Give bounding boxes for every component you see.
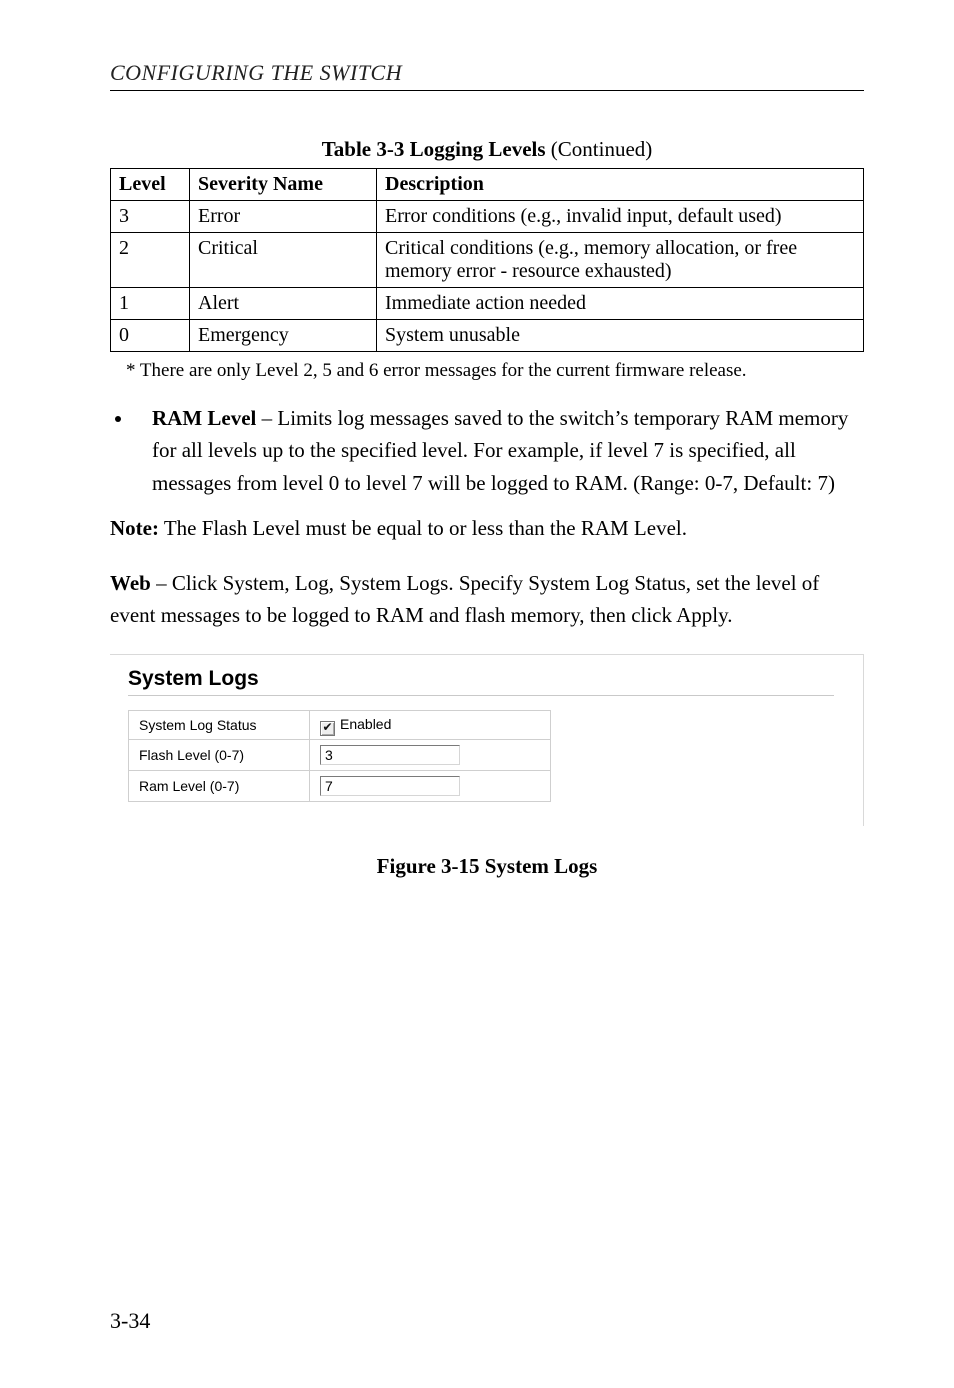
form-row-ram: Ram Level (0-7) 7 — [129, 770, 551, 801]
system-logs-form: System Log Status ✔ Enabled Flash Level (… — [128, 710, 551, 802]
cell-level: 1 — [111, 288, 190, 320]
col-name: Severity Name — [190, 169, 377, 201]
cell-level: 2 — [111, 233, 190, 288]
bullet-term: RAM Level — [152, 406, 256, 430]
cell-name: Emergency — [190, 320, 377, 352]
bullet-body: – Limits log messages saved to the switc… — [152, 406, 848, 495]
page-number: 3-34 — [110, 1308, 150, 1334]
list-item: RAM Level – Limits log messages saved to… — [134, 402, 864, 500]
running-head: CONFIGURING THE SWITCH — [110, 60, 864, 86]
note-paragraph: Note: The Flash Level must be equal to o… — [110, 513, 864, 545]
cell-desc: Immediate action needed — [377, 288, 864, 320]
table-row: 3 Error Error conditions (e.g., invalid … — [111, 201, 864, 233]
status-enabled-label: Enabled — [340, 716, 391, 732]
form-row-flash: Flash Level (0-7) 3 — [129, 739, 551, 770]
status-enabled-checkbox[interactable]: ✔ — [320, 721, 335, 736]
col-level: Level — [111, 169, 190, 201]
form-row-status: System Log Status ✔ Enabled — [129, 710, 551, 739]
note-body: The Flash Level must be equal to or less… — [159, 516, 687, 540]
web-label: Web — [110, 571, 151, 595]
status-label: System Log Status — [129, 710, 310, 739]
ram-level-cell: 7 — [310, 770, 551, 801]
web-paragraph: Web – Click System, Log, System Logs. Sp… — [110, 567, 864, 632]
table-row: 0 Emergency System unusable — [111, 320, 864, 352]
panel-title: System Logs — [128, 667, 863, 691]
cell-desc: Error conditions (e.g., invalid input, d… — [377, 201, 864, 233]
system-logs-panel: System Logs System Log Status ✔ Enabled F… — [110, 654, 864, 826]
ram-level-label: Ram Level (0-7) — [129, 770, 310, 801]
table-caption: Table 3-3 Logging Levels (Continued) — [110, 137, 864, 162]
cell-name: Critical — [190, 233, 377, 288]
table-header-row: Level Severity Name Description — [111, 169, 864, 201]
web-body: – Click System, Log, System Logs. Specif… — [110, 571, 819, 628]
status-value-cell: ✔ Enabled — [310, 710, 551, 739]
table-row: 1 Alert Immediate action needed — [111, 288, 864, 320]
cell-level: 3 — [111, 201, 190, 233]
logging-levels-table: Level Severity Name Description 3 Error … — [110, 168, 864, 352]
cell-desc: System unusable — [377, 320, 864, 352]
table-caption-title: Table 3-3 Logging Levels — [322, 137, 546, 161]
table-row: 2 Critical Critical conditions (e.g., me… — [111, 233, 864, 288]
cell-desc: Critical conditions (e.g., memory alloca… — [377, 233, 864, 288]
note-label: Note: — [110, 516, 159, 540]
cell-name: Alert — [190, 288, 377, 320]
ram-level-input[interactable]: 7 — [320, 776, 460, 796]
cell-name: Error — [190, 201, 377, 233]
col-desc: Description — [377, 169, 864, 201]
flash-level-label: Flash Level (0-7) — [129, 739, 310, 770]
cell-level: 0 — [111, 320, 190, 352]
table-caption-suffix: (Continued) — [546, 137, 653, 161]
header-rule — [110, 90, 864, 91]
panel-rule — [128, 695, 834, 696]
table-footnote: * There are only Level 2, 5 and 6 error … — [126, 358, 864, 384]
flash-level-cell: 3 — [310, 739, 551, 770]
flash-level-input[interactable]: 3 — [320, 745, 460, 765]
figure-caption: Figure 3-15 System Logs — [110, 854, 864, 879]
